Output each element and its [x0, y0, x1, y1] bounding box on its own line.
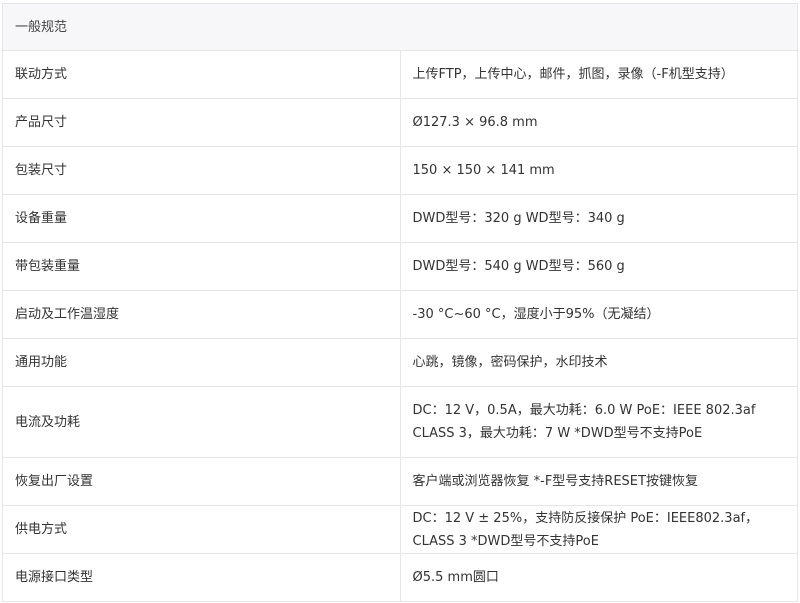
spec-label: 带包装重量 — [2, 242, 401, 291]
spec-label: 电源接口类型 — [2, 553, 401, 602]
spec-value: 心跳，镜像，密码保护，水印技术 — [399, 338, 798, 387]
section-header-row: 一般规范 — [2, 3, 798, 51]
spec-value: 150 × 150 × 141 mm — [399, 146, 798, 195]
spec-label: 恢复出厂设置 — [2, 457, 401, 506]
spec-label: 通用功能 — [2, 338, 401, 387]
spec-row-power-supply: 供电方式 DC：12 V ± 25%，支持防反接保护 PoE：IEEE802.3… — [2, 505, 798, 554]
spec-row-factory-reset: 恢复出厂设置 客户端或浏览器恢复 *-F型号支持RESET按键恢复 — [2, 457, 798, 506]
spec-value: DC：12 V ± 25%，支持防反接保护 PoE：IEEE802.3af，CL… — [399, 505, 798, 554]
spec-row-current-power: 电流及功耗 DC：12 V，0.5A，最大功耗：6.0 W PoE：IEEE 8… — [2, 386, 798, 458]
spec-value: DWD型号：320 g WD型号：340 g — [399, 194, 798, 243]
spec-label: 供电方式 — [2, 505, 401, 554]
spec-label: 包装尺寸 — [2, 146, 401, 195]
spec-row-temperature-humidity: 启动及工作温湿度 -30 °C~60 °C，湿度小于95%（无凝结） — [2, 290, 798, 339]
spec-label: 联动方式 — [2, 50, 401, 99]
spec-value: Ø5.5 mm圆口 — [399, 553, 798, 602]
section-title: 一般规范 — [2, 3, 798, 51]
spec-row-linkage: 联动方式 上传FTP，上传中心，邮件，抓图，录像（-F机型支持） — [2, 50, 798, 99]
spec-value: -30 °C~60 °C，湿度小于95%（无凝结） — [399, 290, 798, 339]
spec-row-package-weight: 带包装重量 DWD型号：540 g WD型号：560 g — [2, 242, 798, 291]
spec-row-package-size: 包装尺寸 150 × 150 × 141 mm — [2, 146, 798, 195]
spec-value: 客户端或浏览器恢复 *-F型号支持RESET按键恢复 — [399, 457, 798, 506]
spec-row-power-interface: 电源接口类型 Ø5.5 mm圆口 — [2, 553, 798, 602]
spec-row-general-functions: 通用功能 心跳，镜像，密码保护，水印技术 — [2, 338, 798, 387]
spec-value: Ø127.3 × 96.8 mm — [399, 98, 798, 147]
spec-label: 启动及工作温湿度 — [2, 290, 401, 339]
spec-row-device-weight: 设备重量 DWD型号：320 g WD型号：340 g — [2, 194, 798, 243]
spec-label: 电流及功耗 — [2, 386, 401, 458]
spec-value: 上传FTP，上传中心，邮件，抓图，录像（-F机型支持） — [399, 50, 798, 99]
spec-label: 产品尺寸 — [2, 98, 401, 147]
spec-label: 设备重量 — [2, 194, 401, 243]
spec-value: DWD型号：540 g WD型号：560 g — [399, 242, 798, 291]
spec-row-product-size: 产品尺寸 Ø127.3 × 96.8 mm — [2, 98, 798, 147]
spec-table: 一般规范 联动方式 上传FTP，上传中心，邮件，抓图，录像（-F机型支持） 产品… — [2, 3, 798, 602]
spec-value: DC：12 V，0.5A，最大功耗：6.0 W PoE：IEEE 802.3af… — [399, 386, 798, 458]
